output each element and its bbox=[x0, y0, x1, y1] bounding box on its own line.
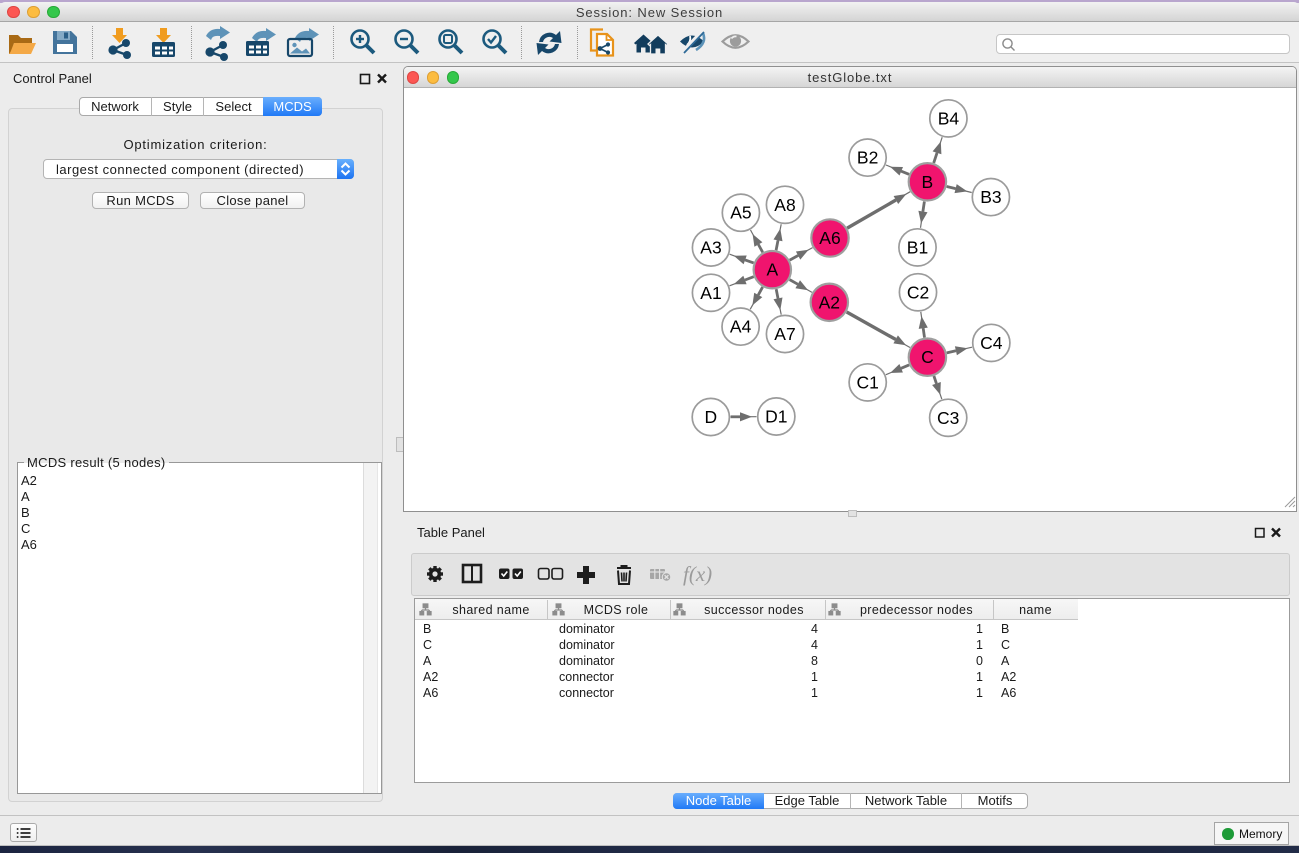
svg-text:A4: A4 bbox=[730, 317, 752, 337]
svg-text:C4: C4 bbox=[980, 333, 1003, 353]
svg-text:D: D bbox=[704, 407, 717, 427]
svg-text:C: C bbox=[921, 347, 934, 367]
svg-text:A8: A8 bbox=[774, 195, 795, 215]
svg-text:C3: C3 bbox=[937, 408, 959, 428]
svg-text:A: A bbox=[766, 260, 778, 280]
svg-text:A7: A7 bbox=[774, 324, 795, 344]
svg-text:f(x): f(x) bbox=[683, 562, 712, 586]
svg-text:B4: B4 bbox=[938, 108, 960, 128]
svg-text:C2: C2 bbox=[907, 282, 929, 302]
svg-text:B: B bbox=[922, 172, 934, 192]
svg-text:A5: A5 bbox=[730, 203, 751, 223]
svg-text:A3: A3 bbox=[700, 238, 721, 258]
svg-text:A2: A2 bbox=[819, 292, 840, 312]
svg-text:B2: B2 bbox=[857, 148, 878, 168]
svg-text:A6: A6 bbox=[819, 228, 840, 248]
svg-text:B3: B3 bbox=[980, 187, 1001, 207]
svg-text:D1: D1 bbox=[765, 407, 787, 427]
svg-text:A1: A1 bbox=[700, 283, 721, 303]
svg-text:B1: B1 bbox=[907, 237, 928, 257]
svg-text:C1: C1 bbox=[857, 372, 879, 392]
